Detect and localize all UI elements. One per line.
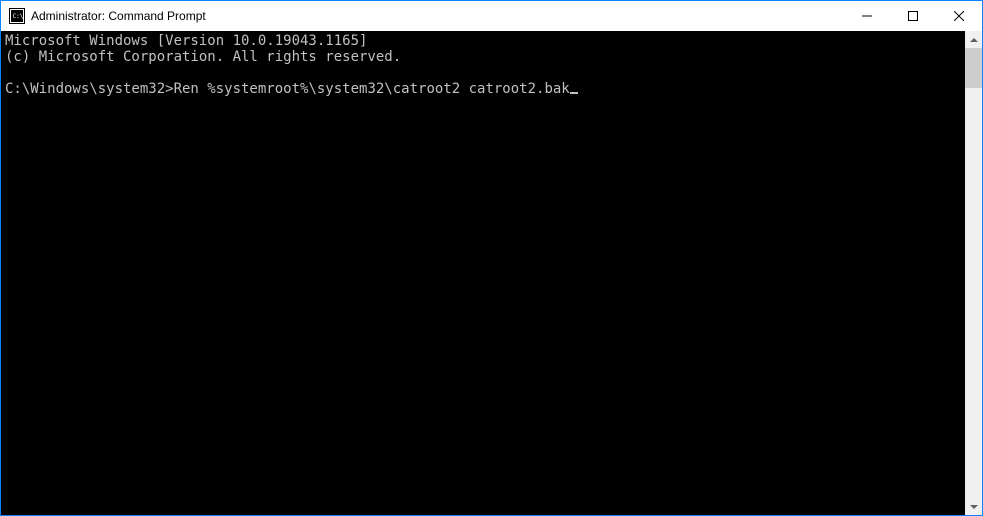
maximize-icon — [908, 11, 918, 21]
client-area: Microsoft Windows [Version 10.0.19043.11… — [1, 31, 982, 515]
terminal-command: Ren %systemroot%\system32\catroot2 catro… — [174, 81, 570, 97]
cmd-icon: C:\ — [9, 8, 25, 24]
terminal-prompt: C:\Windows\system32> — [5, 81, 174, 97]
close-button[interactable] — [936, 1, 982, 31]
scroll-down-button[interactable] — [965, 498, 982, 515]
window-controls — [844, 1, 982, 31]
minimize-icon — [862, 11, 872, 21]
vertical-scrollbar[interactable] — [965, 31, 982, 515]
scroll-up-button[interactable] — [965, 31, 982, 48]
scroll-up-icon — [970, 31, 978, 49]
scrollbar-track[interactable] — [965, 48, 982, 498]
terminal-line: Microsoft Windows [Version 10.0.19043.11… — [5, 33, 367, 49]
svg-text:C:\: C:\ — [13, 13, 24, 20]
command-prompt-window: C:\ Administrator: Command Prompt — [0, 0, 983, 516]
minimize-button[interactable] — [844, 1, 890, 31]
window-title: Administrator: Command Prompt — [31, 9, 206, 23]
terminal-cursor — [570, 92, 578, 94]
terminal-output[interactable]: Microsoft Windows [Version 10.0.19043.11… — [1, 31, 965, 515]
close-icon — [954, 11, 964, 21]
maximize-button[interactable] — [890, 1, 936, 31]
terminal-line: (c) Microsoft Corporation. All rights re… — [5, 49, 401, 65]
title-left: C:\ Administrator: Command Prompt — [9, 8, 206, 24]
titlebar[interactable]: C:\ Administrator: Command Prompt — [1, 1, 982, 31]
scrollbar-thumb[interactable] — [965, 48, 982, 88]
scroll-down-icon — [970, 498, 978, 516]
